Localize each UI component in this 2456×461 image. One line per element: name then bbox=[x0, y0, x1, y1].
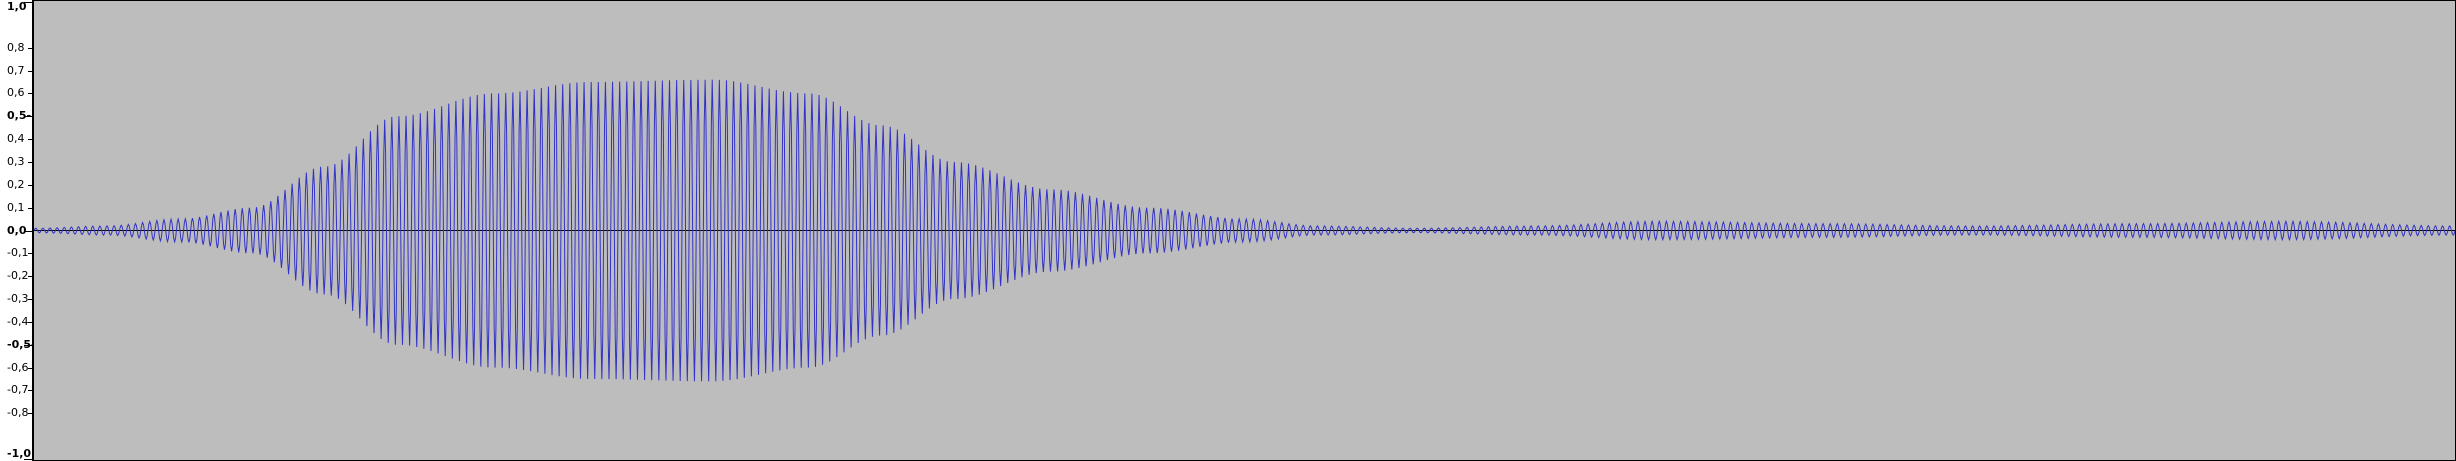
ruler-label: 0,6 bbox=[7, 86, 25, 100]
ruler-tick bbox=[28, 413, 32, 415]
amplitude-ruler: 1,0 0,8 0,7 0,6 0,5- 0,4 0,3 0,2 0,1 0,0 -0,1 -0,2-… bbox=[0, 0, 36, 461]
ruler-label: -0,4 bbox=[7, 314, 29, 328]
ruler-tick bbox=[28, 253, 32, 255]
ruler-tick bbox=[28, 93, 32, 95]
ruler-tick bbox=[28, 161, 32, 163]
ruler-tick bbox=[24, 116, 32, 118]
ruler-tick bbox=[28, 207, 32, 209]
ruler-tick bbox=[28, 47, 32, 49]
ruler-tick bbox=[28, 139, 32, 141]
ruler-label: -0,2 bbox=[7, 269, 29, 283]
ruler-label: 0,2 bbox=[7, 177, 25, 191]
waveform-track[interactable] bbox=[33, 0, 2456, 461]
audio-editor-view: 1,0 0,8 0,7 0,6 0,5- 0,4 0,3 0,2 0,1 0,0 -0,1 -0,2-… bbox=[0, 0, 2456, 461]
ruler-tick bbox=[24, 459, 32, 460]
ruler-label: -0,7 bbox=[7, 383, 29, 397]
ruler-label: 0,7 bbox=[7, 63, 25, 77]
ruler-label: 0,4 bbox=[7, 132, 25, 146]
ruler-label: -0,8 bbox=[7, 406, 29, 420]
ruler-tick bbox=[24, 230, 32, 232]
ruler-tick bbox=[28, 390, 32, 392]
waveform-display[interactable] bbox=[34, 1, 2455, 460]
ruler-tick bbox=[28, 70, 32, 72]
ruler-tick bbox=[24, 2, 32, 3]
ruler-label: 0,8 bbox=[7, 40, 25, 54]
ruler-tick bbox=[28, 367, 32, 369]
ruler-label: 0,3 bbox=[7, 154, 25, 168]
ruler-label: -0,1 bbox=[7, 246, 29, 260]
ruler-tick bbox=[24, 344, 32, 346]
ruler-label: 0,1 bbox=[7, 200, 25, 214]
ruler-tick bbox=[28, 321, 32, 323]
ruler-tick bbox=[28, 299, 32, 301]
ruler-label: -0,6 bbox=[7, 360, 29, 374]
ruler-label: -0,3 bbox=[7, 292, 29, 306]
ruler-tick bbox=[28, 184, 32, 186]
ruler-tick bbox=[28, 276, 32, 278]
